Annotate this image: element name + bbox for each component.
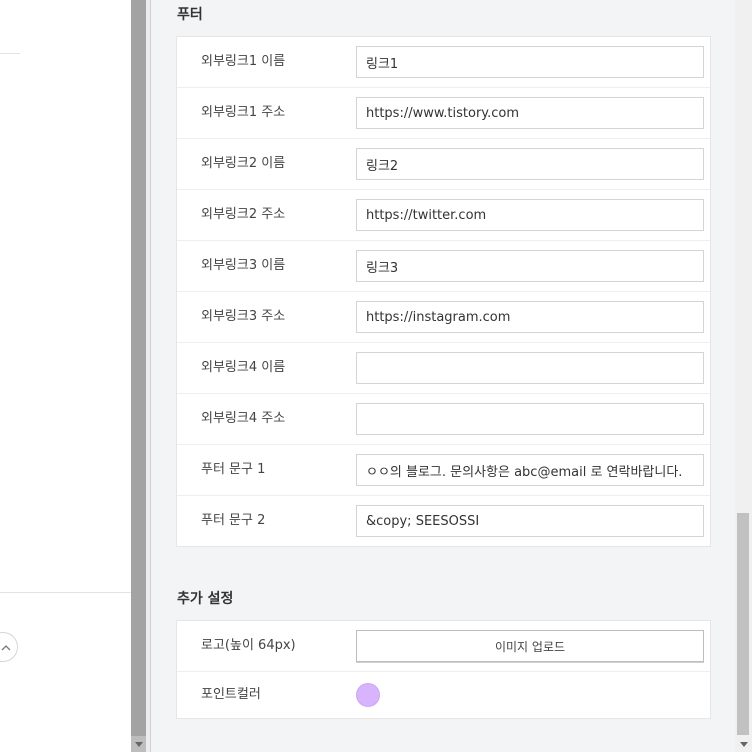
link1-name-input[interactable] (356, 46, 704, 78)
link2-url-input[interactable] (356, 199, 704, 231)
settings-row: 외부링크4 주소 (177, 394, 710, 445)
settings-row: 외부링크3 주소 (177, 292, 710, 343)
link4-name-input[interactable] (356, 352, 704, 384)
point-color-label: 포인트컬러 (201, 687, 261, 702)
footer-text2-label: 푸터 문구 2 (201, 513, 266, 528)
settings-row: 외부링크4 이름 (177, 343, 710, 394)
settings-row: 외부링크3 이름 (177, 241, 710, 292)
settings-row: 로고(높이 64px) 이미지 업로드 (177, 621, 710, 672)
extra-settings-panel: 로고(높이 64px) 이미지 업로드 포인트컬러 (176, 620, 711, 719)
footer-text2-input[interactable] (356, 505, 704, 537)
pane-divider[interactable] (146, 0, 151, 752)
footer-section-title: 푸터 (177, 7, 203, 23)
link2-url-label: 외부링크2 주소 (201, 207, 286, 222)
settings-row: 외부링크1 주소 (177, 88, 710, 139)
footer-settings-panel: 외부링크1 이름 외부링크1 주소 외부링크2 이름 외부링크2 주소 외부링크… (176, 36, 711, 547)
link3-name-label: 외부링크3 이름 (201, 258, 286, 273)
triangle-down-icon (739, 741, 748, 747)
link1-name-label: 외부링크1 이름 (201, 54, 286, 69)
footer-text1-label: 푸터 문구 1 (201, 462, 266, 477)
settings-row: 푸터 문구 1 (177, 445, 710, 496)
link3-url-label: 외부링크3 주소 (201, 309, 286, 324)
left-scrollbar[interactable] (131, 0, 146, 752)
settings-row: 푸터 문구 2 (177, 496, 710, 547)
left-pane (0, 0, 131, 752)
link4-url-label: 외부링크4 주소 (201, 411, 286, 426)
main-scroll-down-button[interactable] (735, 736, 752, 752)
divider (0, 592, 131, 593)
logo-label: 로고(높이 64px) (201, 638, 296, 653)
link2-name-label: 외부링크2 이름 (201, 156, 286, 171)
link2-name-input[interactable] (356, 148, 704, 180)
triangle-down-icon (134, 741, 143, 747)
settings-row: 외부링크2 주소 (177, 190, 710, 241)
extra-section-title: 추가 설정 (177, 591, 234, 607)
link3-name-input[interactable] (356, 250, 704, 282)
link4-name-label: 외부링크4 이름 (201, 360, 286, 375)
image-upload-button[interactable]: 이미지 업로드 (356, 630, 704, 662)
link4-url-input[interactable] (356, 403, 704, 435)
link3-url-input[interactable] (356, 301, 704, 333)
main-scrollbar-thumb[interactable] (737, 513, 749, 735)
settings-row: 외부링크1 이름 (177, 37, 710, 88)
link1-url-label: 외부링크1 주소 (201, 105, 286, 120)
left-scroll-down-button[interactable] (131, 736, 146, 752)
settings-row: 외부링크2 이름 (177, 139, 710, 190)
collapse-button[interactable] (0, 632, 18, 662)
chevron-up-icon (1, 644, 11, 650)
settings-row: 포인트컬러 (177, 672, 710, 719)
footer-text1-input[interactable] (356, 454, 704, 486)
point-color-swatch[interactable] (356, 683, 380, 707)
divider (0, 53, 20, 54)
link1-url-input[interactable] (356, 97, 704, 129)
